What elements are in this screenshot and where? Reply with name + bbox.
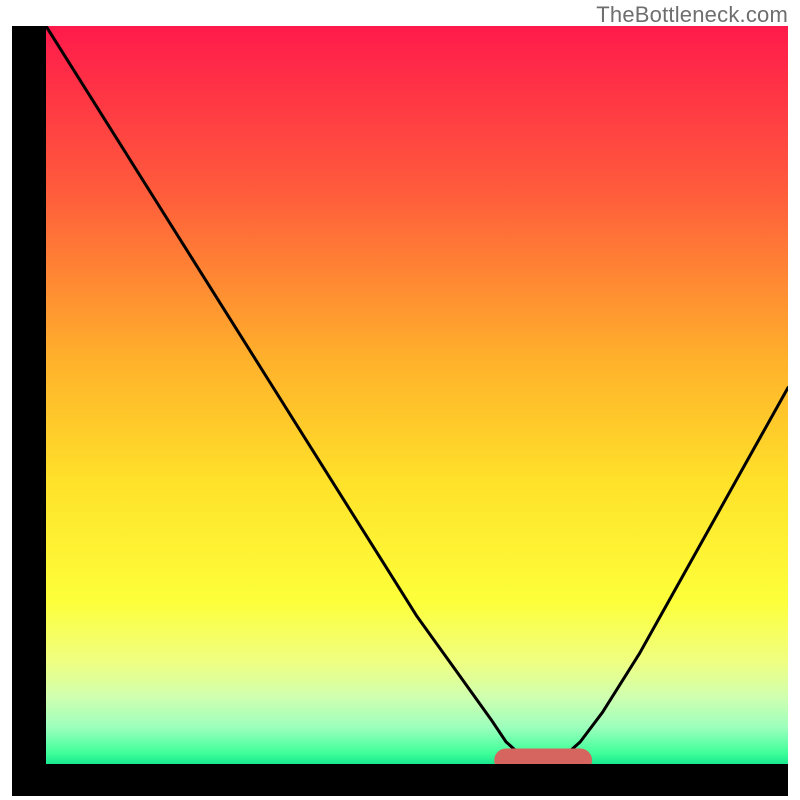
chart-frame <box>12 26 788 796</box>
bottleneck-chart-svg <box>46 26 788 764</box>
chart-background-gradient <box>46 26 788 764</box>
chart-plot-area <box>46 26 788 764</box>
watermark-text: TheBottleneck.com <box>596 2 788 28</box>
